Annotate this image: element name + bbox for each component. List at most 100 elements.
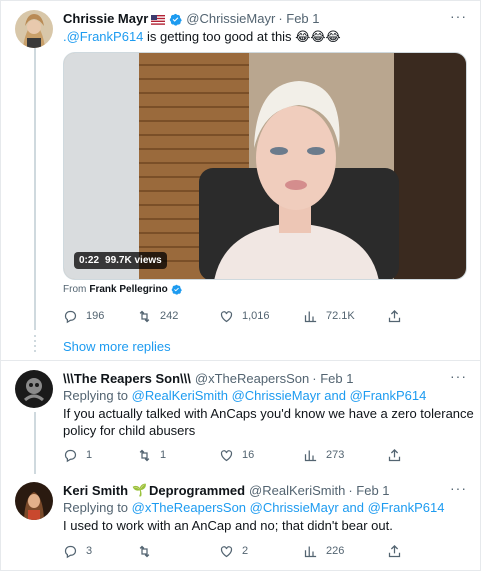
like-button[interactable]: 16 <box>219 446 254 464</box>
divider <box>0 360 481 361</box>
more-icon[interactable]: ··· <box>450 480 467 496</box>
from-name[interactable]: Frank Pellegrino <box>89 284 167 295</box>
reply-count: 1 <box>86 449 93 461</box>
avatar[interactable] <box>15 370 53 408</box>
like-icon <box>220 449 233 461</box>
tweet-text: .@FrankP614 is getting too good at this … <box>63 28 341 45</box>
reply-icon <box>64 545 77 558</box>
replying-mentions[interactable]: @RealKeriSmith @ChrissieMayr <box>132 388 321 403</box>
reply-button[interactable]: 1 <box>63 446 92 464</box>
video-time: 0:22 <box>79 255 100 266</box>
seedling-emoji: 🌱 <box>132 483 147 497</box>
video-views: 99.7K views <box>105 255 162 266</box>
replying-to-line: Replying to @RealKeriSmith @ChrissieMayr… <box>63 387 426 404</box>
like-icon <box>220 545 233 557</box>
tweet-reply[interactable]: \\\The Reapers Son\\\ @xTheReapersSon · … <box>0 362 481 474</box>
like-icon <box>220 310 233 322</box>
views-icon <box>304 311 317 322</box>
tweet-text: I used to work with an AnCap and no; tha… <box>63 517 393 534</box>
view-count: 72.1K <box>326 310 355 322</box>
reply-icon <box>64 449 77 462</box>
views-icon <box>304 546 317 557</box>
replying-and[interactable]: and <box>342 500 364 515</box>
user-handle[interactable]: @RealKeriSmith <box>249 483 345 498</box>
tweet-text-line: policy for child abusers <box>63 423 196 438</box>
reply-button[interactable]: 196 <box>63 307 104 325</box>
retweet-count: 242 <box>160 310 179 322</box>
avatar[interactable] <box>15 482 53 520</box>
reply-button[interactable]: 3 <box>63 542 92 560</box>
replying-to-line: Replying to @xTheReapersSon @ChrissieMay… <box>63 499 444 516</box>
reply-count: 196 <box>86 310 105 322</box>
tweet-header: Keri Smith 🌱 Deprogrammed @RealKeriSmith… <box>63 482 390 498</box>
user-handle[interactable]: @xTheReapersSon <box>195 371 309 386</box>
views-button[interactable]: 273 <box>303 446 344 464</box>
video-source: From Frank Pellegrino <box>63 284 182 295</box>
from-label: From <box>63 284 87 296</box>
reply-icon <box>64 310 77 323</box>
share-button[interactable] <box>387 446 410 464</box>
tweet-text-body: is getting too good at this 😂😂😂 <box>143 29 341 44</box>
share-button[interactable] <box>387 542 410 560</box>
retweet-icon <box>139 310 150 322</box>
video-thumbnail <box>64 53 466 279</box>
tweet-date[interactable]: · Feb 1 <box>312 371 353 386</box>
retweet-button[interactable] <box>137 542 160 560</box>
views-icon <box>304 450 317 461</box>
replying-prefix: Replying to <box>63 388 129 403</box>
share-button[interactable] <box>387 307 410 325</box>
like-button[interactable]: 2 <box>219 542 248 560</box>
replying-prefix: Replying to <box>63 500 129 515</box>
views-button[interactable]: 72.1K <box>303 307 355 325</box>
video-stats-badge: 0:22 99.7K views <box>74 252 167 269</box>
like-count: 2 <box>242 545 249 557</box>
replying-last-mention[interactable]: @FrankP614 <box>350 388 427 403</box>
like-button[interactable]: 1,016 <box>219 307 270 325</box>
replying-last-mention[interactable]: @FrankP614 <box>368 500 445 515</box>
tweet-date[interactable]: · Feb 1 <box>348 483 389 498</box>
avatar[interactable] <box>15 10 53 48</box>
verified-icon <box>171 284 182 295</box>
tweet-actions: 3 2 226 <box>63 542 408 560</box>
more-icon[interactable]: ··· <box>450 368 467 384</box>
retweet-icon <box>139 545 150 557</box>
mention-link[interactable]: .@FrankP614 <box>63 29 143 44</box>
tweet-header: \\\The Reapers Son\\\ @xTheReapersSon · … <box>63 370 353 386</box>
view-count: 273 <box>326 449 345 461</box>
verified-icon <box>169 10 183 26</box>
replying-mentions[interactable]: @xTheReapersSon @ChrissieMayr <box>132 500 339 515</box>
retweet-button[interactable]: 242 <box>137 307 178 325</box>
replying-and[interactable]: and <box>324 388 346 403</box>
retweet-count: 1 <box>160 449 167 461</box>
tweet-actions: 196 242 1,016 72.1K <box>63 307 408 325</box>
more-icon[interactable]: ··· <box>450 8 467 24</box>
view-count: 226 <box>326 545 345 557</box>
user-handle[interactable]: @ChrissieMayr <box>186 11 275 26</box>
flag-icon <box>151 13 166 25</box>
tweet-text-line: I used to work with an AnCap and no; tha… <box>63 518 393 533</box>
share-icon <box>388 448 401 461</box>
tweet-text-line: If you actually talked with AnCaps you'd… <box>63 406 474 421</box>
retweet-icon <box>139 449 150 461</box>
like-count: 1,016 <box>242 310 270 322</box>
tweet-reply[interactable]: Keri Smith 🌱 Deprogrammed @RealKeriSmith… <box>0 474 481 571</box>
thread-connector-dots <box>34 335 36 355</box>
tweet-actions: 1 1 16 273 <box>63 446 408 464</box>
tweet-header: Chrissie Mayr @ChrissieMayr · Feb 1 <box>63 10 320 26</box>
display-name[interactable]: Chrissie Mayr <box>63 11 148 26</box>
tweet-main[interactable]: Chrissie Mayr @ChrissieMayr · Feb 1 ··· … <box>0 0 481 330</box>
display-name[interactable]: \\\The Reapers Son\\\ <box>63 371 191 386</box>
video-player[interactable]: 0:22 99.7K views <box>63 52 467 280</box>
tweet-date[interactable]: · Feb 1 <box>278 11 319 26</box>
thread-connector-line <box>34 412 36 474</box>
display-name-suffix[interactable]: Deprogrammed <box>149 483 245 498</box>
share-icon <box>388 544 401 557</box>
tweet-text: If you actually talked with AnCaps you'd… <box>63 405 474 439</box>
like-count: 16 <box>242 449 255 461</box>
reply-count: 3 <box>86 545 93 557</box>
display-name[interactable]: Keri Smith <box>63 483 128 498</box>
show-more-replies-link[interactable]: Show more replies <box>63 339 171 354</box>
views-button[interactable]: 226 <box>303 542 344 560</box>
retweet-button[interactable]: 1 <box>137 446 166 464</box>
share-icon <box>388 309 401 322</box>
